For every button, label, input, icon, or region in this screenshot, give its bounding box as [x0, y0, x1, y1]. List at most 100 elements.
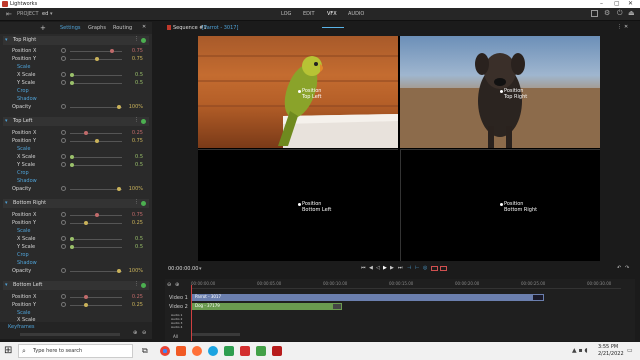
- param-value[interactable]: 0.75: [132, 56, 143, 62]
- param-value[interactable]: 0.75: [132, 138, 143, 144]
- maximize-icon[interactable]: ▢: [614, 0, 620, 7]
- slider-track[interactable]: [70, 107, 122, 108]
- position-marker[interactable]: [298, 90, 301, 93]
- clip-parrot[interactable]: Parrot - 3017: [192, 294, 544, 301]
- group-label-shadow[interactable]: Shadow: [17, 96, 37, 102]
- param-value[interactable]: 0.25: [132, 130, 143, 136]
- section-header[interactable]: ▾ Top Left ⋮: [3, 117, 149, 126]
- project-name[interactable]: ed: [42, 11, 48, 17]
- replace-icon[interactable]: [440, 266, 447, 271]
- step-back-icon[interactable]: ◀: [369, 265, 373, 271]
- section-menu-icon[interactable]: ⋮: [134, 117, 139, 123]
- slider-knob[interactable]: [70, 155, 74, 159]
- param-value[interactable]: 0.75: [132, 212, 143, 218]
- keyframe-icon[interactable]: [61, 212, 66, 217]
- close-project-icon[interactable]: ⏻: [617, 9, 623, 18]
- tab-edit[interactable]: EDIT: [303, 11, 315, 17]
- clock-time[interactable]: 3:55 PM: [598, 344, 618, 350]
- viewer-canvas[interactable]: Position Top Left Position Top Right Pos…: [198, 36, 600, 261]
- group-label-scale[interactable]: Scale: [17, 146, 30, 152]
- keyframe-icon[interactable]: [61, 220, 66, 225]
- slider-knob[interactable]: [117, 187, 121, 191]
- tab-vfx[interactable]: VFX: [327, 11, 337, 17]
- app-red-icon[interactable]: [240, 346, 250, 356]
- keyframe-icon[interactable]: [61, 72, 66, 77]
- insert-icon[interactable]: [431, 266, 438, 271]
- zoom-in-icon[interactable]: ⊕: [133, 330, 137, 336]
- clock-date[interactable]: 2/21/2022: [598, 351, 624, 357]
- clip-dog[interactable]: Dog - 37179: [192, 303, 342, 310]
- edge-icon[interactable]: [208, 346, 218, 356]
- undo-icon[interactable]: ↶: [617, 265, 621, 271]
- param-value[interactable]: 0.5: [135, 244, 143, 250]
- settings-icon[interactable]: ⚙: [604, 9, 610, 17]
- section-header[interactable]: ▾ Top Right ⋮: [3, 36, 149, 45]
- slider-track[interactable]: [70, 165, 122, 166]
- enable-toggle[interactable]: [141, 38, 146, 43]
- keyframe-icon[interactable]: [61, 56, 66, 61]
- param-value[interactable]: 0.5: [135, 154, 143, 160]
- chrome-icon[interactable]: [160, 346, 170, 356]
- tab-graphs[interactable]: Graphs: [88, 25, 106, 31]
- tab-log[interactable]: LOG: [281, 11, 291, 17]
- notifications-icon[interactable]: ▭: [627, 347, 633, 354]
- exit-icon[interactable]: ⏏: [628, 9, 635, 17]
- position-marker[interactable]: [298, 203, 301, 206]
- param-value[interactable]: 0.75: [132, 48, 143, 54]
- section-menu-icon[interactable]: ⋮: [134, 36, 139, 42]
- timeline-scroll[interactable]: [192, 333, 240, 336]
- keyframe-icon[interactable]: [61, 268, 66, 273]
- slider-knob[interactable]: [117, 269, 121, 273]
- section-menu-icon[interactable]: ⋮: [134, 281, 139, 287]
- slider-track[interactable]: [70, 83, 122, 84]
- step-forward-icon[interactable]: ▶: [390, 265, 394, 271]
- param-value[interactable]: 0.5: [135, 72, 143, 78]
- track-label-audio-4[interactable]: Audio 4: [171, 325, 182, 329]
- param-value[interactable]: 0.5: [135, 80, 143, 86]
- param-value[interactable]: 0.25: [132, 294, 143, 300]
- slider-knob[interactable]: [84, 221, 88, 225]
- keyframe-icon[interactable]: [61, 80, 66, 85]
- slider-track[interactable]: [70, 51, 122, 52]
- collapse-icon[interactable]: ▾: [5, 37, 8, 43]
- slider-knob[interactable]: [95, 213, 99, 217]
- taskbar-search[interactable]: ⌕ Type here to search: [18, 344, 133, 358]
- close-icon[interactable]: ✕: [628, 0, 633, 7]
- track-label-video-1[interactable]: Video 1: [169, 295, 188, 301]
- keyframe-icon[interactable]: [61, 162, 66, 167]
- section-header[interactable]: ▾ Bottom Right ⋮: [3, 199, 149, 208]
- collapse-icon[interactable]: ▾: [5, 118, 8, 124]
- keyframe-icon[interactable]: [61, 302, 66, 307]
- keyframe-track[interactable]: [20, 333, 120, 336]
- param-value[interactable]: 0.25: [132, 220, 143, 226]
- param-value[interactable]: 100%: [129, 268, 143, 274]
- track-label-video-2[interactable]: Video 2: [169, 304, 188, 310]
- timecode-dropdown-icon[interactable]: ▾: [199, 266, 202, 272]
- slider-knob[interactable]: [95, 139, 99, 143]
- param-value[interactable]: 0.5: [135, 162, 143, 168]
- tray-icons[interactable]: ▲ ▪ ◖: [572, 347, 588, 354]
- go-start-icon[interactable]: ⏮: [361, 265, 366, 271]
- all-tracks-label[interactable]: All: [173, 334, 178, 339]
- camtasia-icon[interactable]: [224, 346, 234, 356]
- slider-track[interactable]: [70, 271, 122, 272]
- slider-knob[interactable]: [84, 303, 88, 307]
- clear-marks-icon[interactable]: ◎: [423, 265, 427, 271]
- timeline-search-icon[interactable]: ⊕: [175, 282, 179, 288]
- go-end-icon[interactable]: ⏭: [398, 265, 403, 271]
- collapse-icon[interactable]: ▾: [5, 200, 8, 206]
- keyframe-icon[interactable]: [61, 154, 66, 159]
- keyframe-icon[interactable]: [61, 244, 66, 249]
- keyframe-icon[interactable]: [61, 48, 66, 53]
- collapse-icon[interactable]: ▾: [5, 282, 8, 288]
- mark-in-icon[interactable]: ⊣: [407, 265, 411, 271]
- slider-track[interactable]: [70, 247, 122, 248]
- param-value[interactable]: 100%: [129, 104, 143, 110]
- project-dropdown-icon[interactable]: ▾: [50, 11, 53, 17]
- keyframe-icon[interactable]: [61, 104, 66, 109]
- slider-knob[interactable]: [110, 49, 114, 53]
- slider-knob[interactable]: [70, 73, 74, 77]
- slider-track[interactable]: [70, 75, 122, 76]
- app-green-icon[interactable]: [256, 346, 266, 356]
- tab-audio[interactable]: AUDIO: [348, 11, 364, 17]
